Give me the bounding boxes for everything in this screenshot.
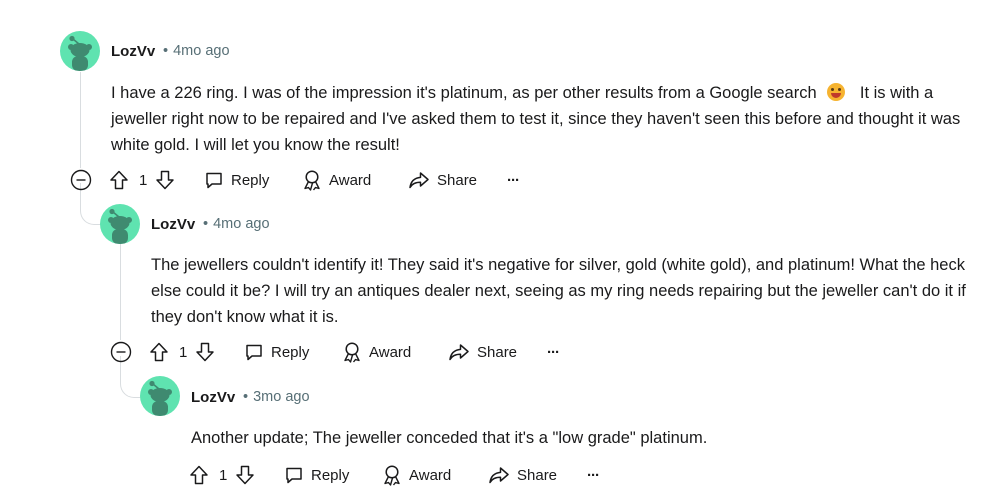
comment-action-bar: 1 Reply Award Share ··· (188, 459, 608, 491)
award-ribbon-icon (304, 170, 320, 191)
award-label: Award (369, 343, 412, 361)
comment-action-bar: 1 Reply Award Share ··· (108, 164, 528, 196)
vote-count: 1 (219, 466, 228, 484)
share-button[interactable]: Share (488, 459, 557, 491)
comment-author[interactable]: LozVv (191, 389, 235, 406)
avatar[interactable] (140, 376, 180, 416)
snoo-avatar-icon (108, 208, 132, 244)
share-arrow-icon (449, 344, 469, 361)
more-options-button[interactable]: ··· (547, 336, 560, 368)
award-ribbon-icon (344, 342, 360, 363)
vote-group: 1 (148, 336, 216, 368)
comment-timestamp: • 4mo ago (203, 216, 270, 232)
share-label: Share (477, 343, 518, 361)
comment-bubble-icon (206, 172, 222, 189)
downvote-arrow-icon[interactable] (194, 341, 216, 363)
vote-group: 1 (188, 459, 256, 491)
meta-separator: • (163, 43, 169, 59)
award-label: Award (409, 466, 452, 484)
reply-button[interactable]: Reply (244, 336, 309, 368)
share-label: Share (517, 466, 558, 484)
downvote-arrow-icon[interactable] (234, 464, 256, 486)
share-label: Share (437, 171, 478, 189)
more-options-icon: ··· (547, 343, 560, 361)
avatar[interactable] (100, 204, 140, 244)
award-label: Award (329, 171, 372, 189)
vote-count: 1 (139, 171, 148, 189)
share-button[interactable]: Share (448, 336, 517, 368)
more-options-icon: ··· (507, 171, 520, 189)
avatar[interactable] (60, 31, 100, 71)
reply-label: Reply (271, 343, 310, 361)
comment-time: 4mo ago (173, 43, 230, 59)
share-arrow-icon (409, 172, 429, 189)
comment-body: The jewellers couldn't identify it! They… (151, 256, 966, 326)
grinning-face-emoji-icon (827, 83, 846, 101)
comment-author[interactable]: LozVv (151, 216, 195, 233)
vote-count: 1 (179, 343, 188, 361)
comment-bubble-icon (286, 467, 302, 484)
comment-text: I have a 226 ring. I was of the impressi… (111, 84, 817, 102)
share-button[interactable]: Share (408, 164, 477, 196)
comment-timestamp: • 4mo ago (163, 43, 230, 59)
vote-group: 1 (108, 164, 176, 196)
more-options-icon: ··· (587, 466, 600, 484)
share-arrow-icon (489, 467, 509, 484)
upvote-arrow-icon[interactable] (188, 464, 210, 486)
comment-timestamp: • 3mo ago (243, 389, 310, 405)
comment-time: 3mo ago (253, 389, 310, 405)
reply-button[interactable]: Reply (284, 459, 349, 491)
comment-body: I have a 226 ring. I was of the impressi… (111, 80, 991, 158)
meta-separator: • (243, 389, 249, 405)
comment-bubble-icon (246, 344, 262, 361)
downvote-arrow-icon[interactable] (154, 169, 176, 191)
collapse-minus-icon[interactable] (70, 169, 92, 191)
snoo-avatar-icon (68, 35, 92, 71)
upvote-arrow-icon[interactable] (108, 169, 130, 191)
upvote-arrow-icon[interactable] (148, 341, 170, 363)
thread-line-level-2[interactable] (120, 244, 121, 340)
comment-author[interactable]: LozVv (111, 43, 155, 60)
reply-button[interactable]: Reply (204, 164, 269, 196)
award-button[interactable]: Award (342, 336, 411, 368)
more-options-button[interactable]: ··· (507, 164, 520, 196)
award-button[interactable]: Award (382, 459, 451, 491)
more-options-button[interactable]: ··· (587, 459, 600, 491)
meta-separator: • (203, 216, 209, 232)
comment-time: 4mo ago (213, 216, 270, 232)
comment-body: Another update; The jeweller conceded th… (191, 429, 708, 447)
reply-label: Reply (231, 171, 270, 189)
reply-label: Reply (311, 466, 350, 484)
snoo-avatar-icon (148, 380, 172, 416)
collapse-minus-icon[interactable] (110, 341, 132, 363)
award-button[interactable]: Award (302, 164, 371, 196)
thread-line-level-1[interactable] (80, 72, 81, 168)
comment-action-bar: 1 Reply Award Share ··· (148, 336, 568, 368)
award-ribbon-icon (384, 465, 400, 486)
